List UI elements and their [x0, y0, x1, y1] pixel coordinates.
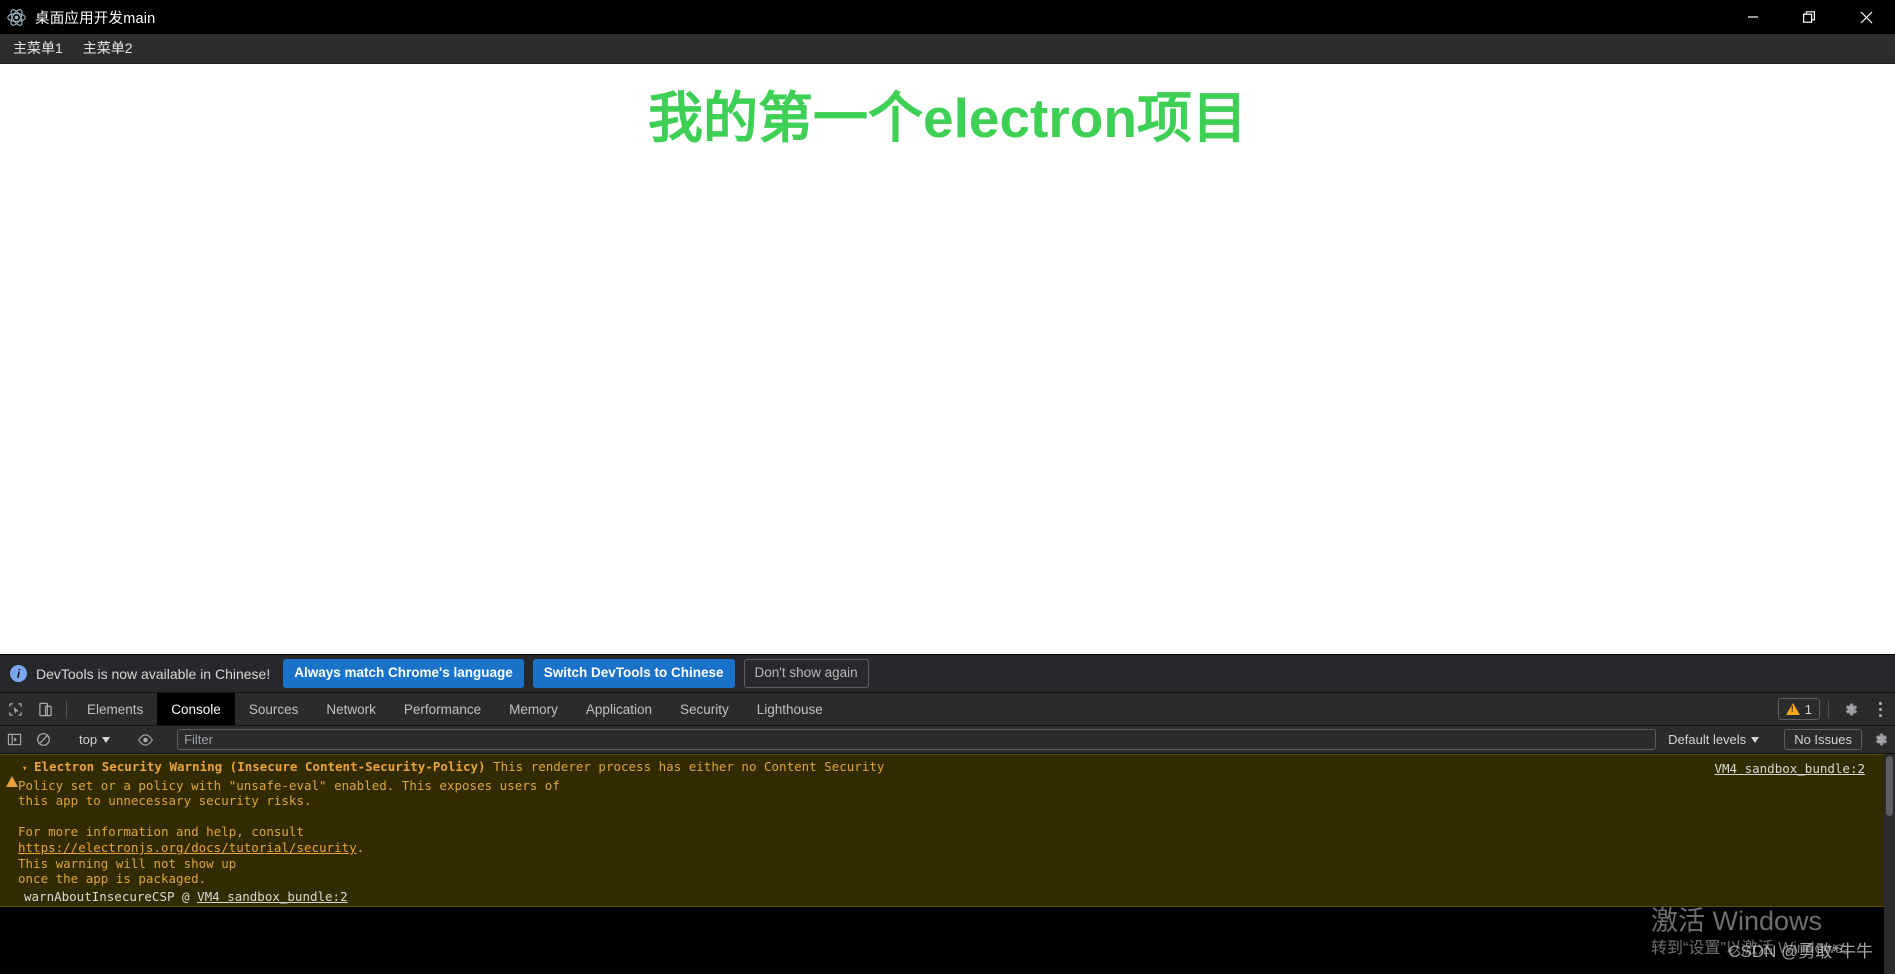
page-title: 我的第一个electron项目 [0, 64, 1895, 151]
clear-console-icon [36, 732, 51, 747]
info-icon: i [10, 665, 27, 682]
more-options-button[interactable] [1865, 693, 1895, 725]
console-warning-message[interactable]: VM4 sandbox_bundle:2 ▾ Electron Security… [0, 754, 1895, 907]
actions-divider [1828, 700, 1829, 718]
tab-network[interactable]: Network [312, 693, 390, 725]
maximize-restore-button[interactable] [1781, 0, 1838, 34]
menu-item-1[interactable]: 主菜单1 [4, 37, 72, 60]
warning-triangle-icon-console [6, 759, 22, 777]
more-vertical-icon [1879, 702, 1882, 717]
console-warning-line-2-row: this app to unnecessary security risks. [0, 793, 1895, 809]
console-scrollbar[interactable] [1884, 754, 1895, 974]
console-message-source-link[interactable]: VM4 sandbox_bundle:2 [1714, 761, 1865, 777]
inspect-element-icon [8, 702, 23, 717]
console-warning-body: Electron Security Warning (Insecure Cont… [34, 759, 1895, 775]
log-levels-select[interactable]: Default levels [1660, 726, 1767, 754]
console-warning-line-1: Policy set or a policy with "unsafe-eval… [18, 778, 560, 793]
console-toolbar: top Default levels No Issues [0, 726, 1895, 754]
security-docs-link[interactable]: https://electronjs.org/docs/tutorial/sec… [18, 840, 357, 855]
dont-show-again-button[interactable]: Don't show again [744, 659, 869, 688]
tab-bar-spacer [837, 693, 1776, 725]
always-match-language-button[interactable]: Always match Chrome's language [283, 659, 524, 688]
console-warning-tail-1-row: once the app is packaged. [0, 871, 1895, 887]
clear-console-button[interactable] [29, 726, 58, 754]
inspect-element-button[interactable] [0, 693, 30, 725]
restore-icon [1803, 11, 1816, 24]
console-stack-frame: warnAboutInsecureCSP @ VM4 sandbox_bundl… [0, 889, 1895, 905]
console-warning-blank-row [0, 809, 1895, 825]
devtools-panel: i DevTools is now available in Chinese! … [0, 654, 1895, 974]
tab-lighthouse[interactable]: Lighthouse [743, 693, 837, 725]
title-bar: 桌面应用开发main [0, 0, 1895, 34]
warning-triangle-icon [1786, 703, 1800, 715]
tab-memory[interactable]: Memory [495, 693, 572, 725]
console-filter-input[interactable] [177, 729, 1656, 750]
console-toolbar-right: Default levels No Issues [1660, 726, 1895, 754]
console-warning-line-4-row: For more information and help, consult [0, 824, 1895, 840]
execution-context-value: top [79, 732, 97, 747]
tab-performance[interactable]: Performance [390, 693, 495, 725]
stack-frame-link[interactable]: VM4 sandbox_bundle:2 [197, 889, 348, 904]
warning-count-badge[interactable]: 1 [1778, 698, 1820, 720]
switch-to-chinese-button[interactable]: Switch DevTools to Chinese [533, 659, 735, 688]
console-warning-first-line: ▾ Electron Security Warning (Insecure Co… [0, 759, 1895, 778]
window-controls [1724, 0, 1895, 34]
tab-security[interactable]: Security [666, 693, 743, 725]
tab-console[interactable]: Console [157, 693, 235, 725]
gear-icon-console [1872, 731, 1889, 748]
minimize-icon [1747, 11, 1759, 23]
device-toolbar-icon [38, 702, 53, 717]
console-warning-tail-0-row: This warning will not show up [0, 856, 1895, 872]
link-suffix: . [357, 840, 365, 855]
eye-icon [137, 733, 154, 747]
minimize-button[interactable] [1724, 0, 1781, 34]
stack-frame-function: warnAboutInsecureCSP @ [24, 889, 197, 904]
console-message-area[interactable]: VM4 sandbox_bundle:2 ▾ Electron Security… [0, 754, 1895, 974]
console-settings-button[interactable] [1866, 726, 1895, 754]
tab-sources[interactable]: Sources [235, 693, 313, 725]
issues-button[interactable]: No Issues [1784, 729, 1862, 750]
log-levels-value: Default levels [1668, 732, 1746, 747]
console-warning-line-1-row: Policy set or a policy with "unsafe-eval… [0, 778, 1895, 794]
title-bar-left: 桌面应用开发main [0, 7, 155, 28]
console-warning-line-4: For more information and help, consult [18, 824, 304, 839]
tab-application[interactable]: Application [572, 693, 666, 725]
console-warning-link-row: https://electronjs.org/docs/tutorial/sec… [0, 840, 1895, 856]
expand-arrow-icon[interactable]: ▾ [22, 759, 34, 778]
toolbar-divider [66, 700, 67, 718]
warning-count: 1 [1805, 702, 1812, 717]
window-title: 桌面应用开发main [35, 7, 155, 28]
settings-button[interactable] [1835, 693, 1865, 725]
close-icon [1860, 11, 1873, 24]
console-warning-line-0: This renderer process has either no Cont… [486, 759, 885, 774]
live-expression-button[interactable] [131, 726, 160, 754]
menu-item-2[interactable]: 主菜单2 [74, 37, 142, 60]
console-warning-title: Electron Security Warning (Insecure Cont… [34, 759, 486, 774]
device-toolbar-button[interactable] [30, 693, 60, 725]
console-warning-tail-1: once the app is packaged. [18, 871, 206, 886]
devtools-tab-bar: Elements Console Sources Network Perform… [0, 693, 1895, 726]
renderer-page-content: 我的第一个electron项目 [0, 64, 1895, 654]
chevron-down-icon [102, 737, 110, 743]
devtools-language-banner: i DevTools is now available in Chinese! … [0, 655, 1895, 693]
chevron-down-icon-levels [1751, 737, 1759, 743]
electron-logo-icon [7, 8, 26, 27]
console-sidebar-toggle[interactable] [0, 726, 29, 754]
console-warning-line-2: this app to unnecessary security risks. [18, 793, 312, 808]
electron-app-window: 桌面应用开发main 主菜单1 主菜单2 [0, 0, 1895, 974]
menu-bar: 主菜单1 主菜单2 [0, 34, 1895, 64]
execution-context-select[interactable]: top [71, 726, 118, 754]
banner-message: DevTools is now available in Chinese! [36, 666, 270, 682]
tab-elements[interactable]: Elements [73, 693, 157, 725]
console-warning-tail-0: This warning will not show up [18, 856, 236, 871]
close-button[interactable] [1838, 0, 1895, 34]
gear-icon [1842, 701, 1859, 718]
console-sidebar-icon [7, 732, 22, 747]
